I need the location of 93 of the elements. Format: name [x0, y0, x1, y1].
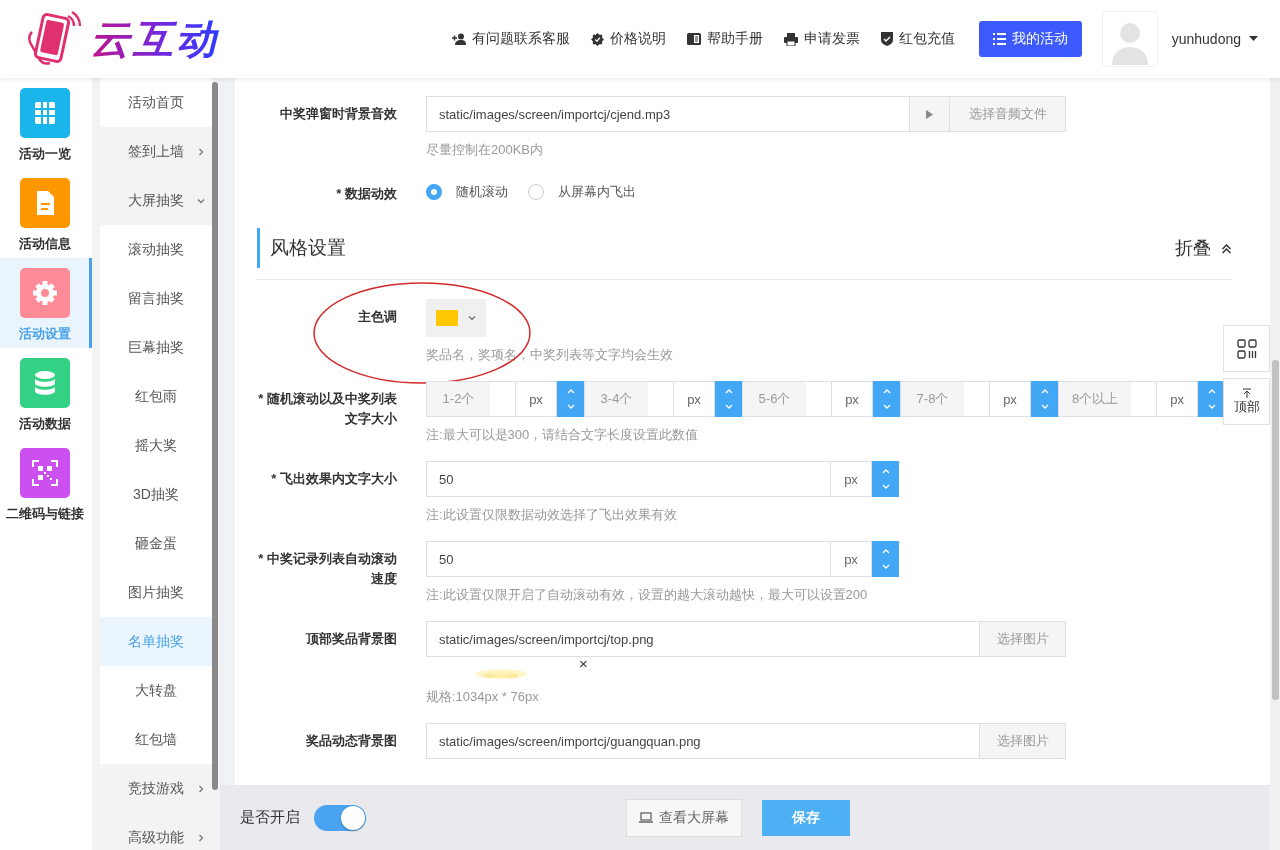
chevron-down-icon[interactable]: [880, 483, 891, 490]
field-label: * 随机滚动以及中奖列表文字大小: [257, 390, 397, 428]
toggle-label: 是否开启: [240, 808, 300, 827]
chevron-down-icon[interactable]: [723, 403, 734, 410]
unit-label: px: [831, 541, 872, 577]
submenu-item[interactable]: 留言抽奖: [100, 274, 212, 323]
chevron-down-icon: [196, 196, 206, 206]
chevron-down-icon[interactable]: [881, 403, 892, 410]
sidebar-item[interactable]: 二维码与链接: [0, 438, 92, 528]
field-label: 奖品动态背景图: [305, 732, 397, 750]
play-button[interactable]: [910, 96, 950, 132]
hint-text: 尽量控制在200KB内: [426, 141, 544, 159]
submenu-item[interactable]: 滚动抽奖: [100, 225, 212, 274]
caret-icon: [468, 315, 476, 321]
remove-image-button[interactable]: ×: [579, 657, 588, 671]
hint-text: 注:此设置仅限开启了自动滚动有效，设置的越大滚动越快，最大可以设置200: [426, 586, 868, 604]
book-icon: [686, 33, 701, 45]
radio-option[interactable]: 随机滚动: [426, 183, 508, 201]
input-field[interactable]: static/images/screen/importcj/top.png: [426, 621, 980, 657]
unit-label: px: [674, 381, 715, 417]
sidebar-item[interactable]: 活动数据: [0, 348, 92, 438]
section-title: 风格设置: [270, 236, 347, 260]
sidebar-item[interactable]: 活动信息: [0, 168, 92, 258]
caret-icon: [1249, 36, 1258, 42]
field-label: * 数据动效: [335, 185, 397, 203]
header-link[interactable]: 有问题联系客服: [451, 30, 570, 48]
hint-text: 注:最大可以是300，请结合文字长度设置此数值: [426, 426, 699, 444]
input-field[interactable]: static/images/screen/importcj/guangquan.png: [426, 723, 980, 759]
arrow-up-icon: [1241, 387, 1252, 398]
submenu-item[interactable]: 巨幕抽奖: [100, 323, 212, 372]
chevrons-up-icon: [1221, 242, 1232, 254]
submenu-item[interactable]: 红包雨: [100, 372, 212, 421]
back-to-top-button[interactable]: 顶部: [1223, 378, 1270, 425]
field-label: 顶部奖品背景图: [305, 630, 397, 648]
qr-code-icon: [1236, 338, 1257, 359]
field-label: * 中奖记录列表自动滚动速度: [257, 550, 397, 588]
chevron-right-icon: [196, 784, 206, 794]
chevron-up-icon[interactable]: [1039, 388, 1050, 395]
chevron-up-icon[interactable]: [881, 388, 892, 395]
chevron-down-icon[interactable]: [880, 563, 891, 570]
sidebar-item[interactable]: 活动一览: [0, 78, 92, 168]
header-link[interactable]: 申请发票: [783, 30, 860, 48]
input-field[interactable]: static/images/screen/importcj/cjend.mp3: [426, 96, 910, 132]
chevron-up-icon[interactable]: [723, 388, 734, 395]
submenu-item[interactable]: 摇大奖: [100, 421, 212, 470]
submenu-item[interactable]: 大转盘: [100, 666, 212, 715]
chevron-up-icon[interactable]: [880, 548, 891, 555]
user-plus-icon: [451, 33, 466, 45]
laptop-icon: [639, 812, 653, 823]
input-field[interactable]: 50: [426, 461, 831, 497]
user-menu[interactable]: yunhudong: [1171, 31, 1258, 47]
toggle-switch[interactable]: [314, 804, 366, 831]
printer-icon: [783, 32, 798, 46]
submenu-item[interactable]: 图片抽奖: [100, 568, 212, 617]
chevron-right-icon: [196, 833, 206, 843]
scrollbar-thumb[interactable]: [212, 82, 218, 790]
chevron-down-icon[interactable]: [1039, 403, 1050, 410]
logo-text: 云互动: [90, 17, 219, 61]
chevron-up-icon[interactable]: [1206, 388, 1217, 395]
submenu-item[interactable]: 活动首页: [100, 78, 212, 127]
qr-code-button[interactable]: [1223, 325, 1270, 372]
unit-label: px: [831, 461, 872, 497]
scrollbar-thumb[interactable]: [1272, 360, 1279, 700]
list-icon: [992, 33, 1006, 45]
unit-label: px: [516, 381, 557, 417]
unit-label: px: [1157, 381, 1199, 417]
submenu-item[interactable]: 3D抽奖: [100, 470, 212, 519]
badge-check-icon: [590, 32, 604, 46]
shield-check-icon: [880, 32, 893, 46]
chevron-down-icon[interactable]: [565, 403, 576, 410]
view-screen-button[interactable]: 查看大屏幕: [626, 798, 742, 837]
color-picker[interactable]: [426, 299, 486, 337]
chevron-up-icon[interactable]: [565, 388, 576, 395]
chevron-up-icon[interactable]: [880, 468, 891, 475]
collapse-button[interactable]: 折叠: [1175, 236, 1232, 260]
header-link[interactable]: 帮助手册: [686, 30, 763, 48]
chevron-down-icon[interactable]: [1206, 403, 1217, 410]
submenu-item[interactable]: 砸金蛋: [100, 519, 212, 568]
hint-text: 规格:1034px * 76px: [426, 688, 539, 706]
radio-option[interactable]: 从屏幕内飞出: [528, 183, 636, 201]
field-label: 主色调: [357, 308, 397, 326]
chevron-right-icon: [196, 147, 206, 157]
play-icon: [926, 109, 933, 119]
field-label: 中奖弹窗时背景音效: [279, 105, 397, 123]
my-activities-button[interactable]: 我的活动: [978, 21, 1082, 57]
hint-text: 注:此设置仅限数据动效选择了飞出效果有效: [426, 506, 677, 524]
header-link[interactable]: 红包充值: [880, 30, 955, 48]
unit-label: px: [990, 381, 1031, 417]
input-field[interactable]: 50: [426, 541, 831, 577]
unit-label: px: [832, 381, 873, 417]
submenu-item[interactable]: 红包墙: [100, 715, 212, 764]
header-link[interactable]: 价格说明: [590, 30, 666, 48]
field-label: * 飞出效果内文字大小: [270, 470, 397, 488]
